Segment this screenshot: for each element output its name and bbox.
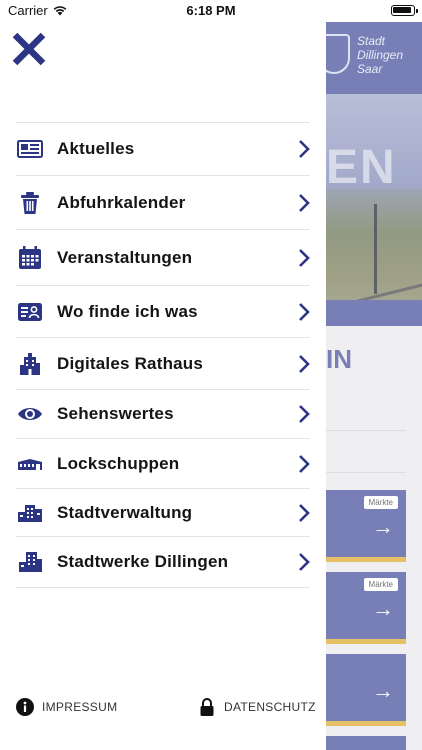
menu-item-label: Digitales Rathaus — [57, 353, 204, 373]
lock-icon — [198, 698, 216, 716]
side-menu-drawer: Aktuelles Abfuhrkalender Veranstaltungen… — [0, 0, 326, 750]
menu-item-sehenswertes[interactable]: Sehenswertes — [16, 389, 310, 438]
menu-item-wo-finde-ich-was[interactable]: Wo finde ich was — [16, 285, 310, 337]
eye-icon — [16, 400, 44, 428]
calendar-icon — [16, 244, 44, 272]
chevron-right-icon — [298, 193, 310, 213]
menu-item-label: Stadtverwaltung — [57, 502, 193, 522]
battery-icon — [391, 5, 418, 16]
menu-item-label: Sehenswertes — [57, 404, 174, 423]
close-button[interactable] — [10, 30, 48, 68]
chevron-right-icon — [298, 302, 310, 322]
chevron-right-icon — [298, 503, 310, 523]
directory-icon — [16, 298, 44, 326]
chevron-right-icon — [298, 248, 310, 268]
close-icon — [12, 32, 46, 66]
menu-item-abfuhrkalender[interactable]: Abfuhrkalender — [16, 175, 310, 229]
menu-item-stadtverwaltung[interactable]: Stadtverwaltung — [16, 488, 310, 536]
menu-item-lockschuppen[interactable]: Lockschuppen — [16, 438, 310, 488]
administration-building-icon — [16, 499, 44, 527]
menu-item-label: Wo finde ich was — [57, 301, 198, 321]
trash-icon — [16, 189, 44, 217]
clock: 6:18 PM — [186, 3, 236, 18]
menu-item-aktuelles[interactable]: Aktuelles — [16, 122, 310, 175]
town-hall-icon — [16, 350, 44, 378]
menu-item-label: Aktuelles — [57, 139, 135, 158]
menu-item-veranstaltungen[interactable]: Veranstaltungen — [16, 229, 310, 285]
menu-item-digitales-rathaus[interactable]: Digitales Rathaus — [16, 337, 310, 389]
datenschutz-link[interactable]: DATENSCHUTZ — [198, 698, 316, 716]
info-icon — [16, 698, 34, 716]
chevron-right-icon — [298, 552, 310, 572]
menu-item-label: Lockschuppen — [57, 453, 180, 473]
chevron-right-icon — [298, 354, 310, 374]
status-bar: Carrier 6:18 PM — [0, 0, 422, 22]
shed-icon — [16, 450, 44, 478]
chevron-right-icon — [298, 404, 310, 424]
datenschutz-label: DATENSCHUTZ — [224, 700, 316, 714]
utility-building-icon — [16, 548, 44, 576]
chevron-right-icon — [298, 454, 310, 474]
menu-list: Aktuelles Abfuhrkalender Veranstaltungen… — [16, 122, 310, 588]
menu-item-label: Stadtwerke Dillingen — [57, 552, 229, 571]
menu-item-label: Veranstaltungen — [57, 247, 193, 267]
chevron-right-icon — [298, 139, 310, 159]
impressum-label: IMPRESSUM — [42, 700, 118, 714]
newspaper-icon — [16, 135, 44, 163]
menu-item-label: Abfuhrkalender — [57, 192, 186, 212]
menu-item-stadtwerke-dillingen[interactable]: Stadtwerke Dillingen — [16, 536, 310, 588]
impressum-link[interactable]: IMPRESSUM — [16, 698, 117, 716]
